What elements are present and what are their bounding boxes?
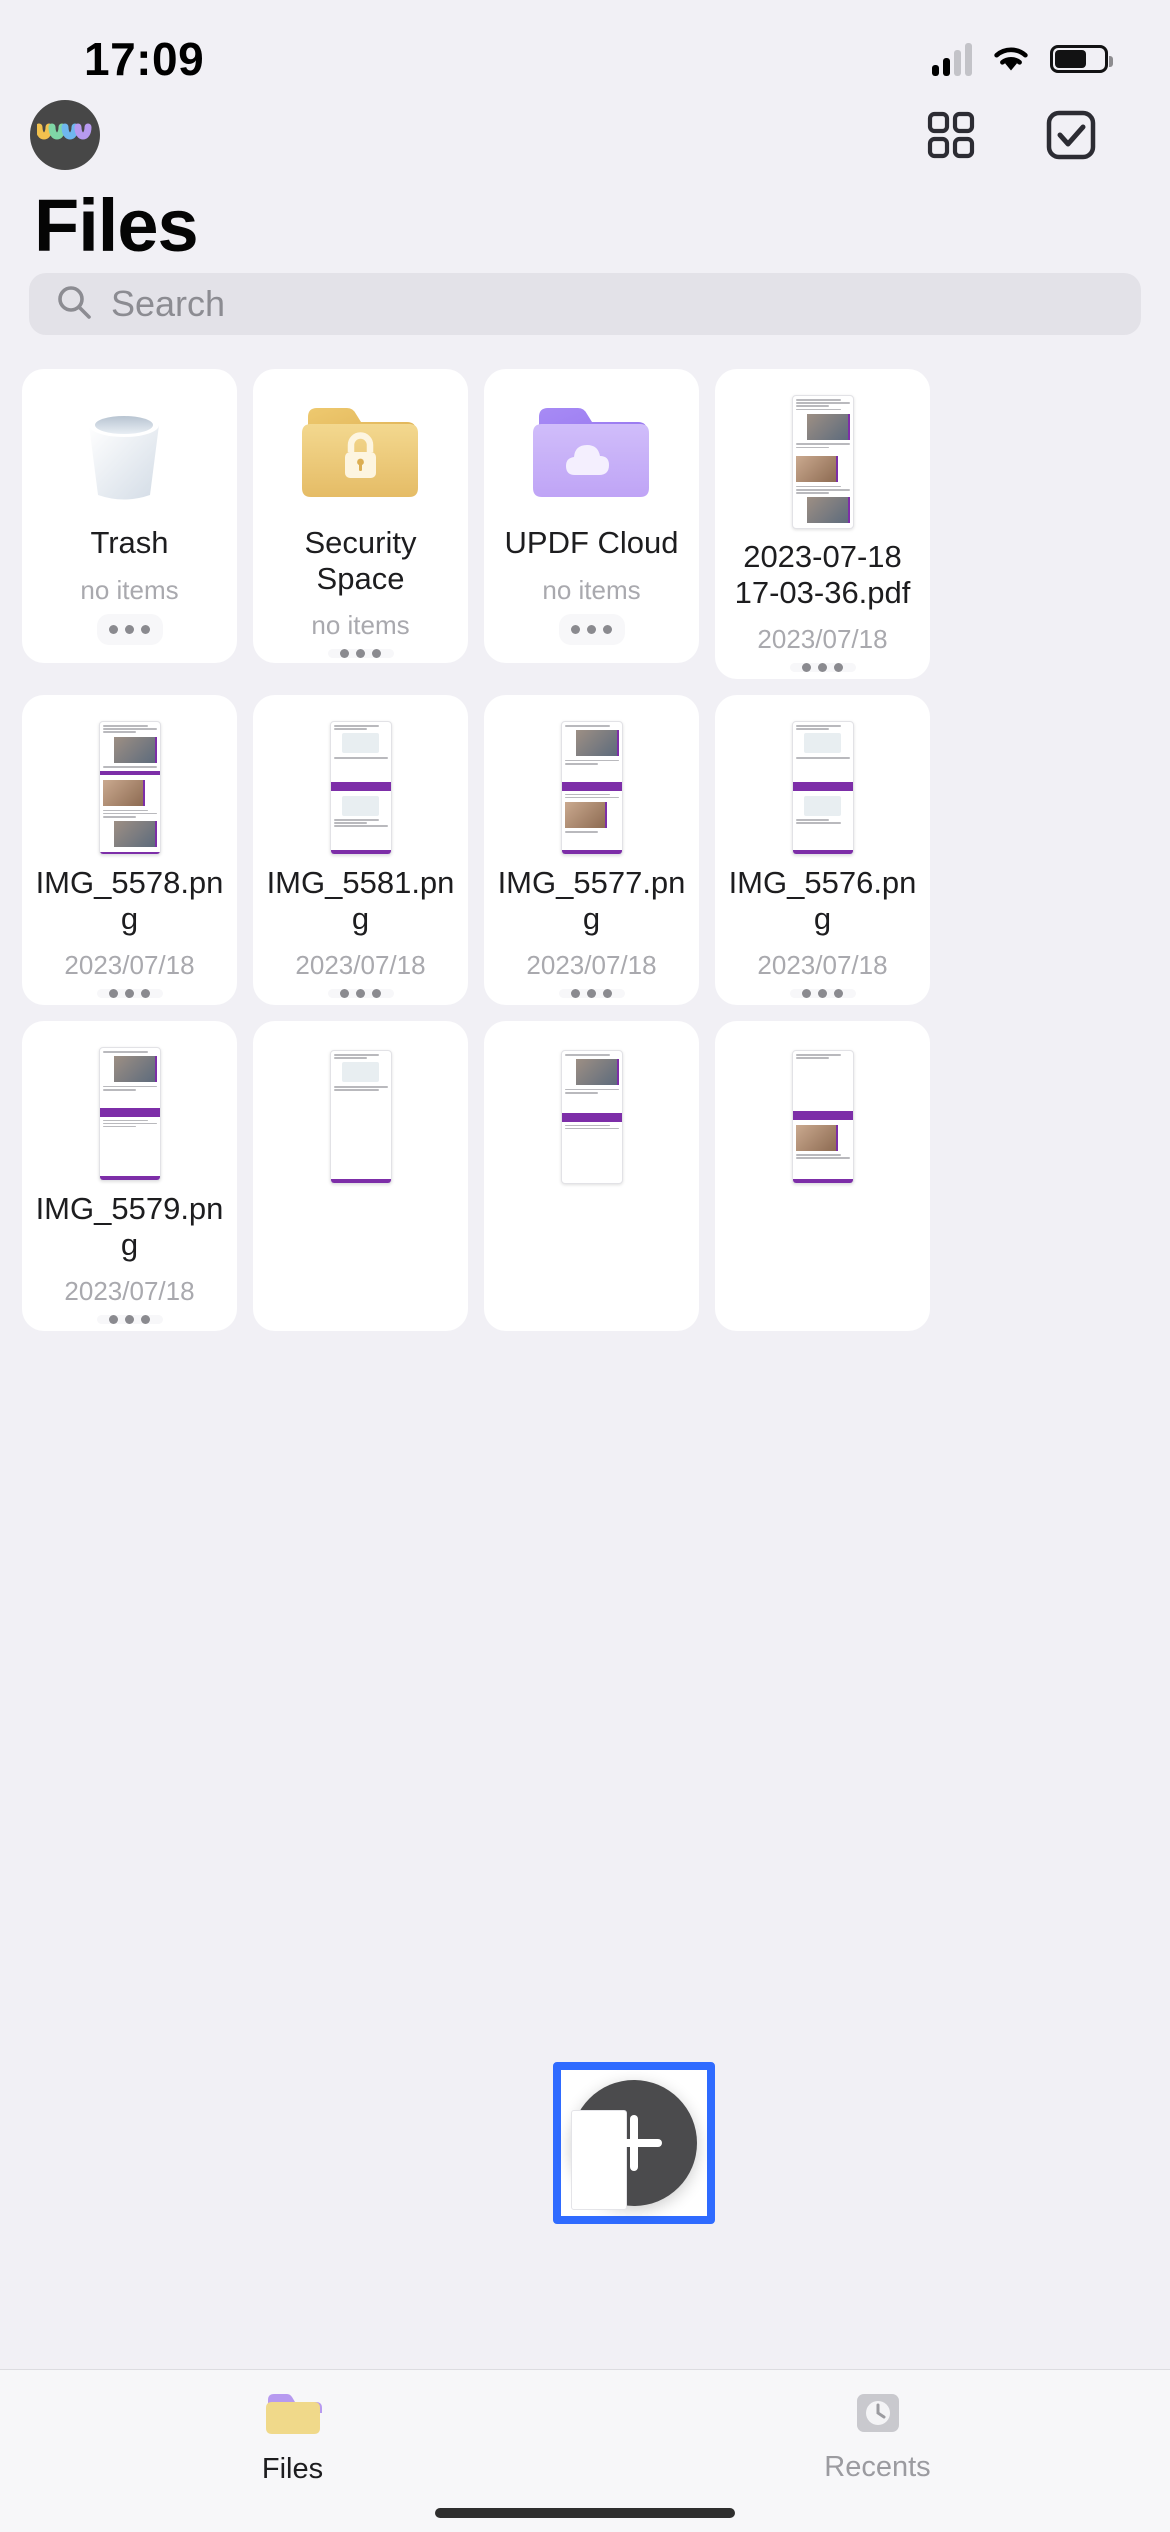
grid-item-file[interactable] <box>484 1021 699 1331</box>
status-indicators <box>932 42 1108 76</box>
tab-label: Files <box>262 2453 323 2486</box>
grid-item-file[interactable]: IMG_5577.png 2023/07/18 <box>484 695 699 1005</box>
png-thumbnail <box>99 721 161 855</box>
plus-icon <box>630 2115 638 2171</box>
trash-bin-icon <box>65 395 195 515</box>
item-subtitle: 2023/07/18 <box>526 950 656 981</box>
item-title: UPDF Cloud <box>494 525 689 561</box>
item-title: Security Space <box>263 525 458 596</box>
png-thumbnail <box>792 1050 854 1184</box>
wifi-icon <box>990 43 1032 75</box>
item-subtitle: 2023/07/18 <box>64 950 194 981</box>
more-options-button[interactable] <box>97 1315 163 1324</box>
item-subtitle: 2023/07/18 <box>757 624 887 655</box>
recents-clock-icon <box>851 2388 905 2443</box>
tab-label: Recents <box>824 2451 930 2484</box>
thumbnail <box>494 395 689 515</box>
grid-item-file-highlighted[interactable] <box>715 1021 930 1331</box>
thumbnail <box>263 721 458 855</box>
tab-recents[interactable]: Recents <box>728 2388 1028 2484</box>
thumbnail <box>494 721 689 855</box>
item-title: IMG_5578.png <box>32 865 227 936</box>
item-title: IMG_5577.png <box>494 865 689 936</box>
more-options-button[interactable] <box>559 989 625 998</box>
item-subtitle: 2023/07/18 <box>295 950 425 981</box>
cellular-bars-icon <box>932 42 972 76</box>
locked-folder-icon <box>296 395 426 515</box>
thumbnail <box>725 1047 920 1187</box>
item-title: IMG_5579.png <box>32 1191 227 1262</box>
search-placeholder: Search <box>111 283 225 325</box>
search-icon <box>55 283 93 326</box>
file-grid: Trash no items <box>22 369 1148 1331</box>
more-options-button[interactable] <box>328 649 394 658</box>
more-options-button[interactable] <box>790 663 856 672</box>
pdf-thumbnail <box>792 395 854 529</box>
thumbnail <box>494 1047 689 1187</box>
more-options-button[interactable] <box>97 989 163 998</box>
thumbnail <box>32 1047 227 1181</box>
nav-bar <box>0 96 1170 174</box>
status-bar: 17:09 <box>0 0 1170 100</box>
home-indicator <box>435 2508 735 2518</box>
files-folder-icon <box>264 2388 322 2445</box>
grid-item-file[interactable]: IMG_5576.png 2023/07/18 <box>715 695 930 1005</box>
tab-files[interactable]: Files <box>143 2388 443 2486</box>
more-options-button[interactable] <box>790 989 856 998</box>
status-time: 17:09 <box>84 32 204 86</box>
item-title: 2023-07-18 17-03-36.pdf <box>725 539 920 610</box>
thumbnail <box>725 395 920 529</box>
item-subtitle: 2023/07/18 <box>64 1276 194 1307</box>
item-title: IMG_5581.png <box>263 865 458 936</box>
item-subtitle: no items <box>311 610 409 641</box>
thumbnail <box>263 395 458 515</box>
grid-item-updf-cloud[interactable]: UPDF Cloud no items <box>484 369 699 663</box>
item-subtitle: no items <box>542 575 640 606</box>
png-thumbnail <box>571 2110 627 2210</box>
item-title: Trash <box>32 525 227 561</box>
png-thumbnail <box>99 1047 161 1181</box>
png-thumbnail <box>330 721 392 855</box>
thumbnail <box>32 721 227 855</box>
png-thumbnail <box>561 1050 623 1184</box>
battery-icon <box>1050 45 1108 73</box>
nav-actions <box>924 108 1126 162</box>
grid-item-trash[interactable]: Trash no items <box>22 369 237 663</box>
grid-item-security-space[interactable]: Security Space no items <box>253 369 468 663</box>
thumbnail <box>32 395 227 515</box>
grid-view-icon[interactable] <box>924 108 978 162</box>
more-options-button[interactable] <box>559 614 625 645</box>
search-input[interactable]: Search <box>29 273 1141 335</box>
more-options-button[interactable] <box>328 989 394 998</box>
app-screen: 17:09 <box>0 0 1170 2532</box>
tab-bar: Files Recents <box>0 2369 1170 2532</box>
grid-item-file[interactable]: IMG_5578.png 2023/07/18 <box>22 695 237 1005</box>
item-title: IMG_5576.png <box>725 865 920 936</box>
thumbnail <box>263 1047 458 1187</box>
grid-item-file[interactable]: IMG_5579.png 2023/07/18 <box>22 1021 237 1331</box>
thumbnail <box>725 721 920 855</box>
page-title: Files <box>34 183 198 268</box>
grid-item-file[interactable]: IMG_5581.png 2023/07/18 <box>253 695 468 1005</box>
png-thumbnail <box>792 721 854 855</box>
select-checkbox-icon[interactable] <box>1044 108 1098 162</box>
item-subtitle: no items <box>80 575 178 606</box>
avatar[interactable] <box>30 100 100 170</box>
item-subtitle: 2023/07/18 <box>757 950 887 981</box>
grid-item-file[interactable] <box>253 1021 468 1331</box>
png-thumbnail <box>561 721 623 855</box>
more-options-button[interactable] <box>97 614 163 645</box>
png-thumbnail <box>330 1050 392 1184</box>
grid-item-file[interactable]: 2023-07-18 17-03-36.pdf 2023/07/18 <box>715 369 930 679</box>
cloud-folder-icon <box>527 395 657 515</box>
add-file-button-highlight <box>553 2062 715 2224</box>
